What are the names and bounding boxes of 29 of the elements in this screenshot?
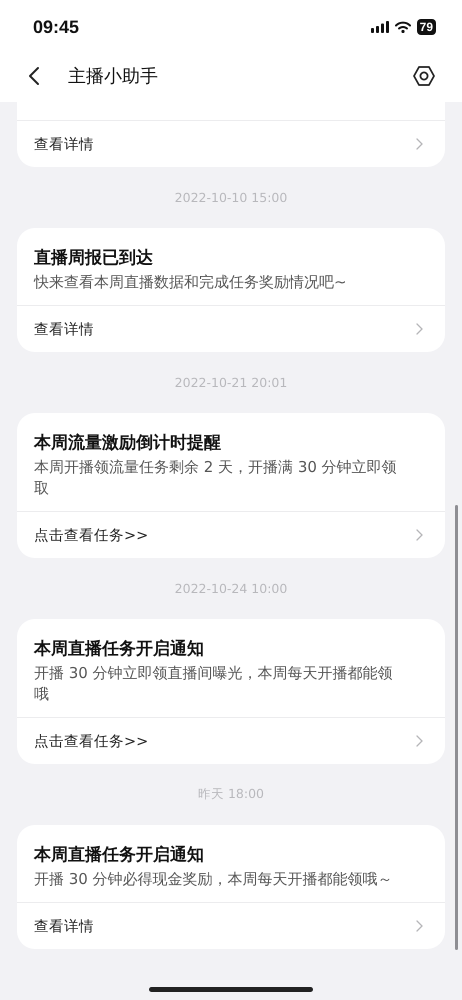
chevron-icon [416, 735, 423, 747]
chevron-icon [416, 529, 423, 541]
page-title: 主播小助手 [68, 65, 159, 88]
message-title: 本周流量激励倒计时提醒 [34, 432, 222, 455]
message-text: 开播 30 分钟必得现金奖励，本周每天开播都能领哦～ [34, 869, 394, 890]
timestamp: 2022-10-10 15:00 [174, 190, 288, 205]
battery-level: 79 [416, 19, 436, 35]
message-title: 本周直播任务开启通知 [34, 844, 205, 867]
detail-link[interactable]: 查看详情 [17, 903, 445, 949]
timestamp: 2022-10-24 10:00 [174, 581, 288, 596]
message-text: 快来查看本周直播数据和完成任务奖励情况吧~ [34, 272, 348, 293]
timestamp: 昨天 18:00 [198, 786, 264, 803]
wifi-icon [394, 21, 411, 33]
message-title: 本周直播任务开启通知 [34, 638, 205, 661]
back-icon[interactable] [28, 66, 40, 86]
message-text: 本周开播领流量任务剩余 2 天，开播满 30 分钟立即领取 [34, 457, 398, 499]
status-time: 09:45 [33, 16, 80, 38]
chevron-icon [416, 920, 423, 932]
chevron-icon [416, 323, 423, 335]
detail-link[interactable]: 查看详情 [17, 306, 445, 352]
chevron-icon [416, 138, 423, 150]
settings-icon[interactable] [412, 64, 436, 88]
signal-icon [370, 21, 389, 33]
detail-link[interactable]: 点击查看任务>> [17, 512, 445, 558]
timestamp: 2022-10-21 20:01 [174, 375, 288, 390]
detail-link[interactable]: 点击查看任务>> [17, 718, 445, 764]
detail-link[interactable]: 查看详情 [17, 121, 445, 167]
message-text: 开播 30 分钟立即领直播间曝光，本周每天开播都能领哦 [34, 663, 394, 705]
message-title: 直播周报已到达 [34, 247, 154, 270]
